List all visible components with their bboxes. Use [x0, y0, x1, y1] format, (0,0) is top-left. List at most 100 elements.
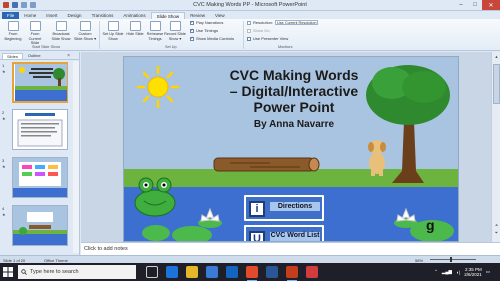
- monitor-icon: [247, 28, 251, 33]
- tab-file[interactable]: File: [2, 12, 20, 19]
- resolution-select[interactable]: Use Current Resolution: [275, 20, 319, 25]
- show-on-control: Show On:: [247, 28, 271, 33]
- set-up-slide-show-button[interactable]: Set Up Slide Show: [102, 21, 124, 45]
- maximize-button[interactable]: □: [468, 0, 482, 10]
- broadcast-slide-show-button[interactable]: Broadcast Slide Show: [50, 21, 72, 45]
- title-bar: CVC Making Words PP - Microsoft PowerPoi…: [0, 0, 500, 11]
- slide-thumbnail-4[interactable]: [12, 205, 68, 246]
- tab-insert[interactable]: Insert: [41, 12, 62, 19]
- system-tray: ⌃ ▂▄▆ ◖) 2:35 PM 2/6/2021 ▭: [434, 265, 490, 279]
- close-pane-icon[interactable]: ×: [67, 53, 70, 59]
- scroll-up-icon[interactable]: ▲: [493, 54, 500, 59]
- taskbar-clock[interactable]: 2:35 PM 2/6/2021: [464, 267, 482, 278]
- from-current-label: From Current Slide: [28, 32, 42, 45]
- custom-show-icon: [79, 21, 91, 31]
- record-label: Record Slide Show ▾: [164, 32, 186, 41]
- mail-icon[interactable]: [226, 266, 238, 278]
- lily-pad-letter[interactable]: g: [426, 217, 435, 233]
- network-icon[interactable]: ▂▄▆: [442, 269, 452, 275]
- status-bar: Slide 1 of 20 Office Theme 58%: [0, 255, 500, 263]
- ribbon-separator: [99, 21, 100, 49]
- checkmark-icon: ✓: [190, 28, 194, 33]
- word-list-icon: U: [249, 231, 265, 241]
- tab-view[interactable]: View: [210, 12, 230, 19]
- task-view-icon[interactable]: [146, 266, 158, 278]
- store-icon[interactable]: [206, 266, 218, 278]
- window-title: CVC Making Words PP - Microsoft PowerPoi…: [193, 2, 307, 8]
- tab-slides-pane[interactable]: Slides: [2, 53, 23, 59]
- show-media-controls-checkbox[interactable]: ✓ Show Media Controls: [190, 36, 234, 41]
- tab-review[interactable]: Review: [185, 12, 210, 19]
- search-icon: [21, 269, 27, 275]
- powerpoint-window: CVC Making Words PP - Microsoft PowerPoi…: [0, 0, 500, 281]
- record-icon: [169, 21, 181, 31]
- slide-author: By Anna Navarre: [253, 119, 335, 130]
- next-slide-icon[interactable]: ⏷: [493, 230, 500, 235]
- ribbon: From Beginning From Current Slide Broadc…: [0, 19, 500, 51]
- zoom-slider-knob[interactable]: [450, 257, 452, 262]
- clock-date: 2/6/2021: [464, 272, 482, 277]
- tab-transitions[interactable]: Transitions: [87, 12, 119, 19]
- chevron-up-icon[interactable]: ⌃: [434, 269, 438, 275]
- play-narrations-label: Play Narrations: [196, 20, 224, 25]
- setup-icon: [107, 21, 119, 31]
- show-media-controls-label: Show Media Controls: [196, 36, 235, 41]
- tab-design[interactable]: Design: [63, 12, 87, 19]
- tab-animations[interactable]: Animations: [118, 12, 150, 19]
- close-button[interactable]: ✕: [482, 0, 500, 10]
- slide-thumbnail-2[interactable]: [12, 109, 68, 150]
- chrome-icon[interactable]: [246, 266, 258, 281]
- scroll-thumb[interactable]: [493, 64, 500, 104]
- tab-slide-show[interactable]: Slide Show: [150, 12, 186, 19]
- notifications-icon[interactable]: ▭: [486, 269, 490, 275]
- minimize-button[interactable]: –: [454, 0, 468, 10]
- slide-thumbnail-1[interactable]: [12, 62, 68, 103]
- slideshow-current-icon: [29, 21, 41, 31]
- slide-thumbnail-3[interactable]: [12, 157, 68, 198]
- checkbox-icon: [247, 36, 251, 41]
- acrobat-icon[interactable]: [306, 266, 318, 278]
- use-presenter-view-checkbox[interactable]: Use Presenter View: [247, 36, 288, 41]
- notes-pane[interactable]: Click to add notes: [81, 242, 500, 255]
- previous-slide-icon[interactable]: ⏶: [493, 222, 500, 227]
- play-narrations-checkbox[interactable]: ✓ Play Narrations: [190, 20, 223, 25]
- animation-star-icon: ★: [2, 212, 6, 217]
- thumbnail-image: [13, 110, 67, 149]
- record-slide-show-button[interactable]: Record Slide Show ▾: [164, 21, 186, 45]
- hide-slide-label: Hide Slide: [126, 32, 144, 36]
- use-timings-checkbox[interactable]: ✓ Use Timings: [190, 28, 218, 33]
- from-beginning-button[interactable]: From Beginning: [2, 21, 24, 45]
- file-explorer-icon[interactable]: [186, 266, 198, 278]
- rehearse-timings-button[interactable]: Rehearse Timings: [144, 21, 166, 45]
- word-icon[interactable]: [266, 266, 278, 278]
- cvc-word-list-button[interactable]: U CVC Word List: [244, 225, 324, 241]
- edge-icon[interactable]: [166, 266, 178, 278]
- thumbnail-image: [13, 206, 67, 245]
- broadcast-label: Broadcast Slide Show: [51, 32, 71, 41]
- stopwatch-icon: [149, 21, 161, 31]
- broadcast-icon: [55, 21, 67, 31]
- vertical-scrollbar[interactable]: ▲ ⏶ ⏷: [491, 52, 500, 242]
- dog-image: [368, 140, 386, 176]
- zoom-slider[interactable]: [430, 259, 476, 260]
- slideshow-start-icon: [7, 21, 19, 31]
- slide-number: 1: [2, 63, 5, 68]
- from-current-slide-button[interactable]: From Current Slide: [24, 21, 46, 45]
- tab-outline-pane[interactable]: Outline: [24, 53, 45, 59]
- volume-icon[interactable]: ◖): [456, 270, 460, 275]
- taskbar-search-box[interactable]: Type here to search: [18, 265, 136, 279]
- pane-scrollbar[interactable]: [73, 61, 79, 253]
- directions-button[interactable]: i Directions: [244, 195, 324, 221]
- slide-canvas[interactable]: CVC Making Words – Digital/Interactive P…: [123, 56, 459, 242]
- hide-slide-button[interactable]: Hide Slide: [124, 21, 146, 45]
- info-icon: i: [249, 201, 265, 217]
- monitor-icon: [247, 20, 251, 25]
- directions-label: Directions: [270, 202, 320, 211]
- custom-slide-show-button[interactable]: Custom Slide Show ▾: [74, 21, 96, 45]
- zoom-level[interactable]: 58%: [415, 258, 423, 263]
- log-image: [213, 157, 320, 172]
- powerpoint-taskbar-icon[interactable]: [286, 266, 298, 281]
- tab-home[interactable]: Home: [19, 12, 41, 19]
- water-lily-icon: [198, 207, 222, 228]
- windows-start-icon[interactable]: [3, 267, 13, 277]
